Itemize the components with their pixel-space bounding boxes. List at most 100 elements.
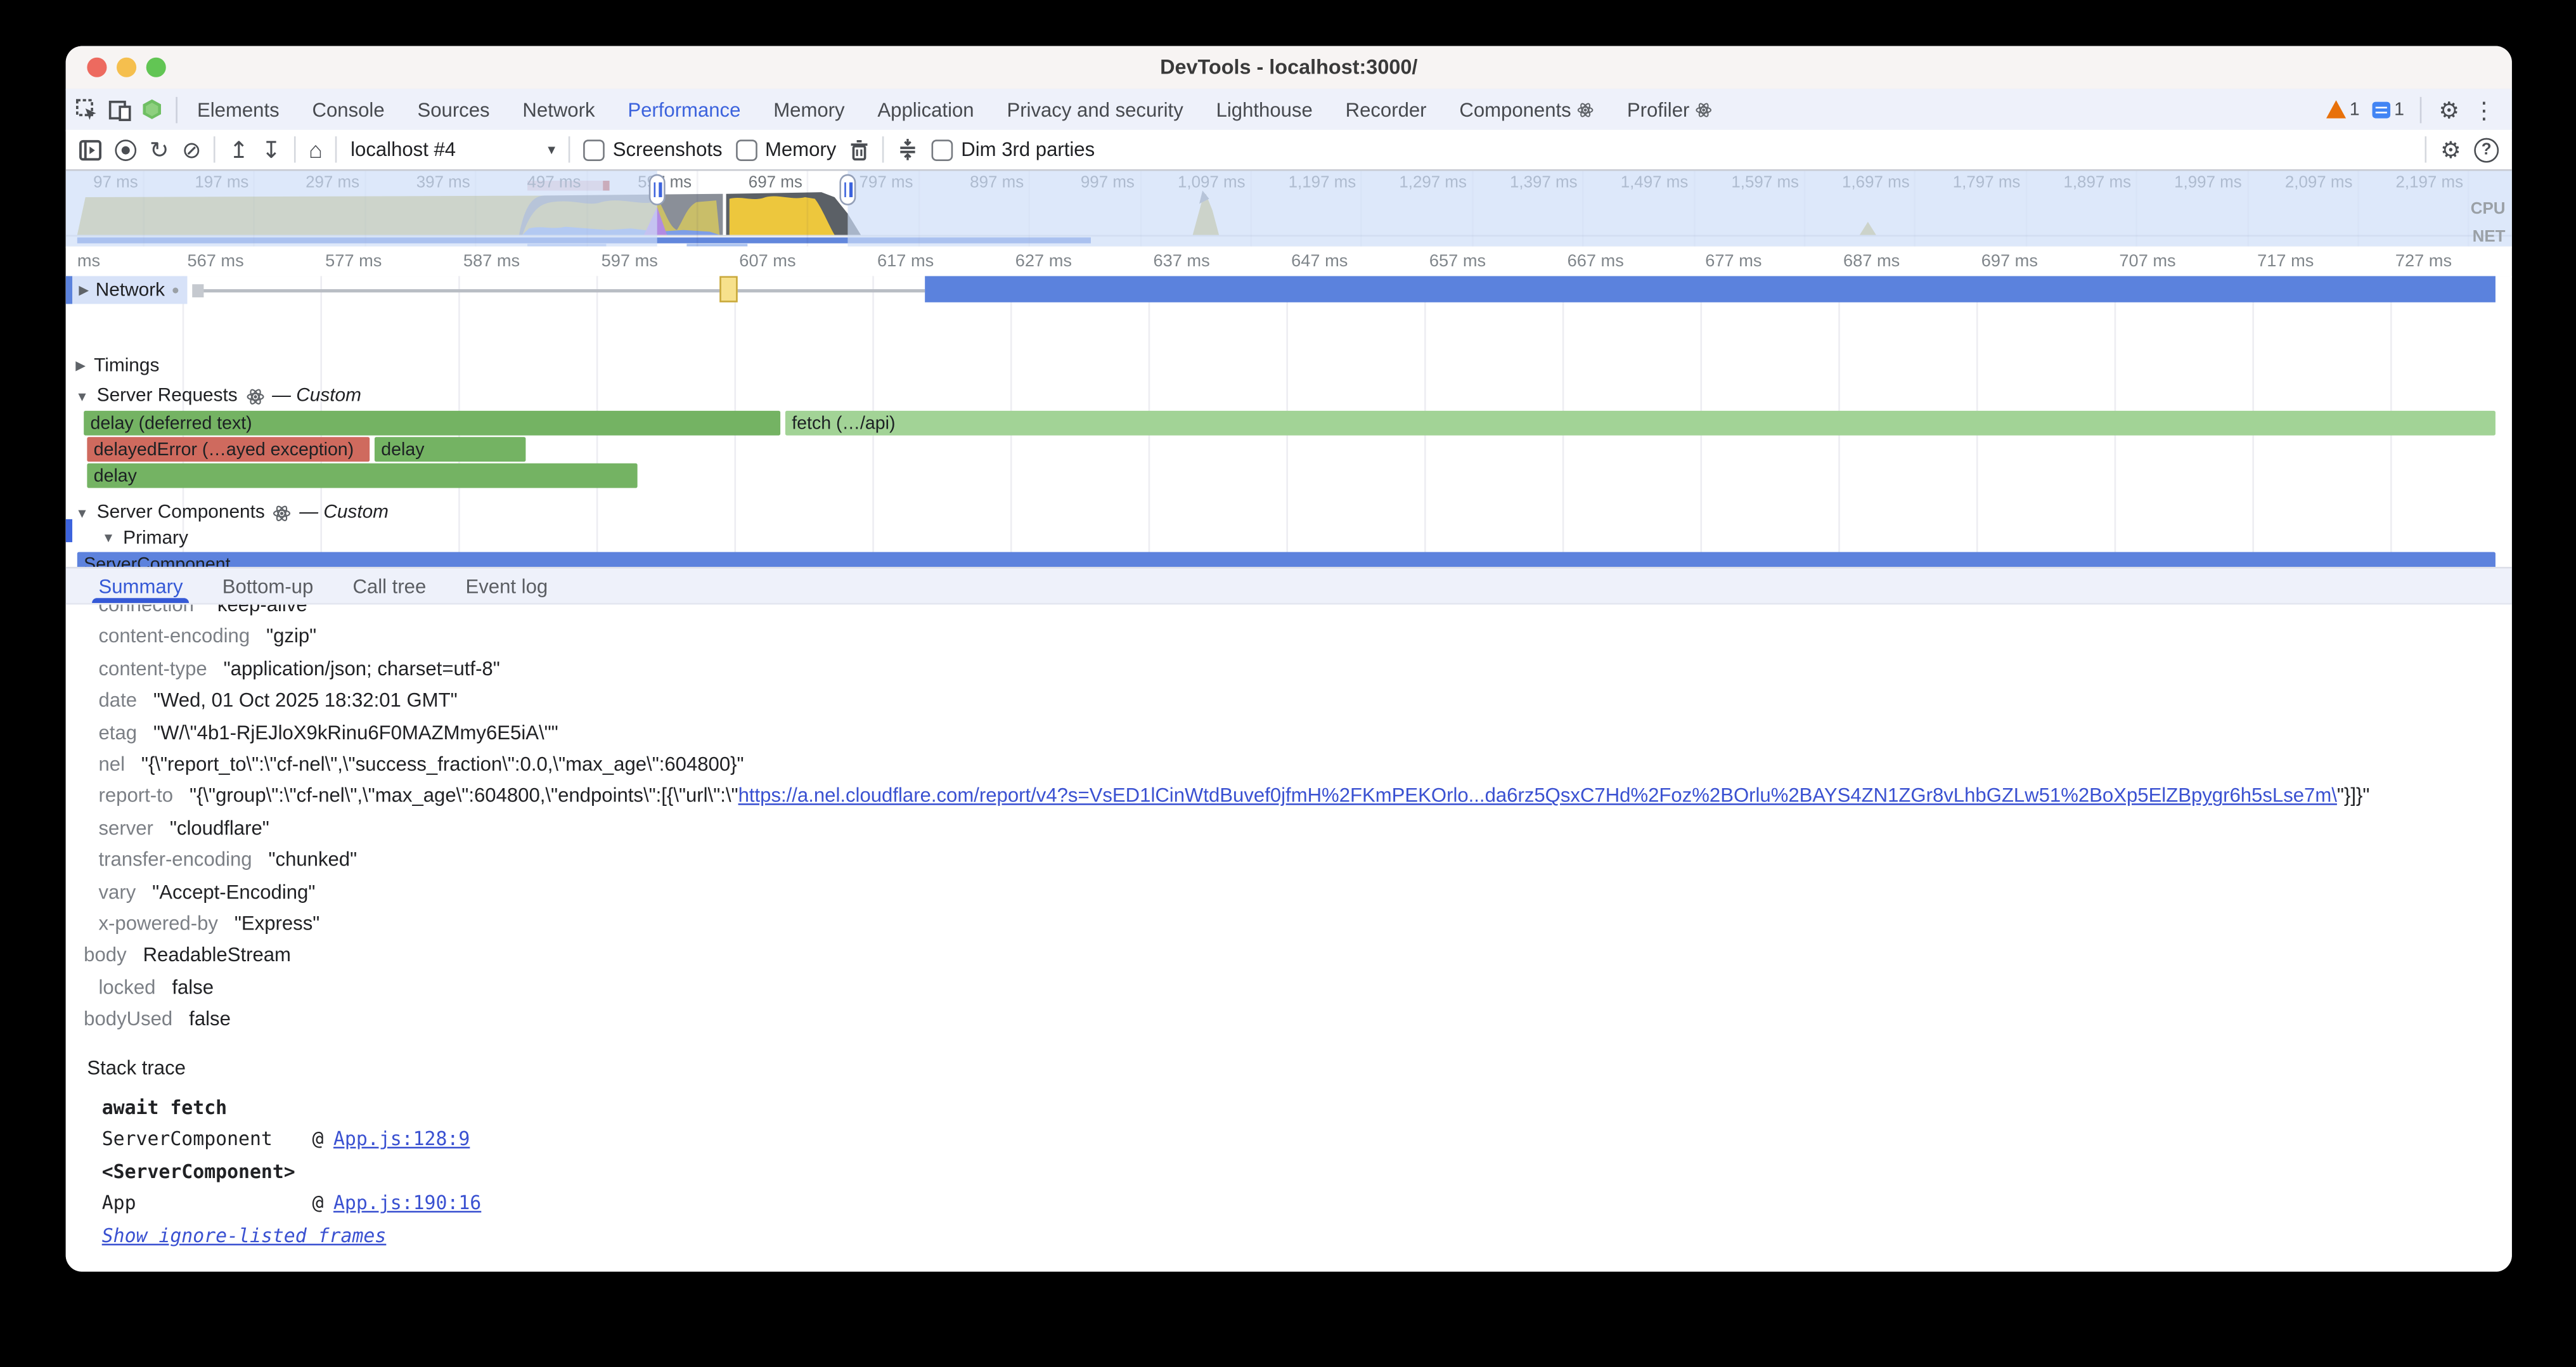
react-devtools-icon [141,98,163,120]
chevron-down-icon: ▾ [548,142,555,157]
source-location-link[interactable]: App.js:190:16 [333,1189,481,1221]
property-key: connection [99,605,194,622]
ruler-tick-label: 657 ms [1429,251,1486,271]
selection-handle-right[interactable] [839,174,856,205]
home-live-metrics-button[interactable]: ⌂ [309,138,323,161]
checkbox-box [583,139,605,160]
help-icon[interactable]: ? [2474,137,2499,162]
checkbox-box [932,139,953,160]
settings-gear-icon[interactable]: ⚙ [2438,98,2459,120]
network-request-bar[interactable] [925,276,2496,302]
warning-icon [2326,100,2346,119]
property-row: date"Wed, 01 Oct 2025 18:32:01 GMT" [66,685,2512,717]
overview-tick-label: 697 ms [749,174,808,193]
inspect-element-icon[interactable] [75,98,98,120]
load-profile-button[interactable]: ↥ [229,138,248,161]
overview-dimmed-right [847,171,2511,246]
details-tab-bottom-up[interactable]: Bottom-up [203,569,333,603]
details-tab-event-log[interactable]: Event log [446,569,567,603]
memory-checkbox[interactable]: Memory [735,138,836,161]
network-request-marker[interactable] [719,276,738,302]
tab-console[interactable]: Console [296,89,401,130]
ruler-tick-label: 707 ms [2119,251,2175,271]
record-and-reload-button[interactable]: ↻ [150,138,169,161]
primary-group-header[interactable]: ▼ Primary [66,526,2512,550]
ruler-tick-label: 617 ms [877,251,934,271]
window-title: DevTools - localhost:3000/ [1160,56,1417,79]
tab-memory[interactable]: Memory [757,89,861,130]
flame-bar[interactable]: delayedError (…ayed exception) [87,437,370,462]
property-row: bodyReadableStream [66,940,2512,972]
zoom-window-button[interactable] [146,58,166,77]
divider [214,136,216,162]
flame-bar[interactable]: ServerComponent [77,552,2496,567]
server-components-track-header[interactable]: ▼ Server Components — Custom [66,500,2512,526]
property-value: "{\"group\":\"cf-nel\",\"max_age\":60480… [190,781,2369,813]
issues-badge[interactable]: 1 [2373,100,2404,119]
panel-tab-strip: ElementsConsoleSourcesNetworkPerformance… [181,89,2310,130]
property-row: server"cloudflare" [66,813,2512,845]
tab-network[interactable]: Network [506,89,612,130]
server-requests-track-header[interactable]: ▼ Server Requests — Custom [66,383,2512,409]
property-row: content-type"application/json; charset=u… [66,654,2512,685]
tab-application[interactable]: Application [861,89,991,130]
ruler-tick-label: 667 ms [1568,251,1624,271]
flame-bar-label: delay [375,439,425,459]
collect-garbage-icon[interactable] [849,139,869,160]
flame-bar[interactable]: delay [87,463,637,488]
overview-tick-line [697,171,699,246]
property-value: "W/\"4b1-RjEJloX9kRinu6F0MAZMmy6E5iA\"" [153,717,558,749]
device-toolbar-icon[interactable] [108,98,131,120]
capture-settings-gear-icon[interactable]: ⚙ [2440,138,2461,161]
screenshots-checkbox[interactable]: Screenshots [583,138,723,161]
network-request-waiting [197,289,925,292]
divider [882,136,884,162]
tab-sources[interactable]: Sources [401,89,506,130]
dim-3rd-parties-checkbox[interactable]: Dim 3rd parties [932,138,1095,161]
property-key: etag [99,717,138,749]
property-value: "keep-alive" [210,605,314,622]
ruler-tick-label: 627 ms [1015,251,1072,271]
flame-bar[interactable]: fetch (…/api) [785,411,2496,436]
stack-frame-function: App [102,1189,312,1221]
tab-performance[interactable]: Performance [611,89,757,130]
summary-pane[interactable]: connection"keep-alive"content-encoding"g… [66,605,2512,1272]
details-tab-call-tree[interactable]: Call tree [333,569,446,603]
details-tab-summary[interactable]: Summary [79,569,202,603]
source-location-link[interactable]: App.js:128:9 [333,1124,470,1156]
record-button[interactable] [115,139,136,160]
timeline-overview[interactable]: 97 ms197 ms297 ms397 ms497 ms597 ms697 m… [66,171,2512,248]
flame-bar[interactable]: delay [375,437,525,462]
ruler-tick-label: 567 ms [187,251,243,271]
collapse-rows-icon[interactable] [897,138,918,161]
show-ignore-listed-frames-link[interactable]: Show ignore-listed frames [102,1221,2512,1253]
profile-history-select[interactable]: localhost #4 ▾ [351,138,555,161]
flame-bar-label: delay (deferred text) [84,413,252,433]
ruler-tick-label: 687 ms [1843,251,1900,271]
property-value: "Accept-Encoding" [152,877,315,909]
warnings-badge[interactable]: 1 [2326,100,2359,119]
network-track-header[interactable]: ▶ Network ● [66,276,188,304]
tab-privacy-and-security[interactable]: Privacy and security [991,89,1200,130]
property-value: "application/json; charset=utf-8" [224,654,500,685]
clear-recordings-button[interactable]: ⊘ [182,138,201,161]
kebab-menu-icon[interactable]: ⋮ [2473,98,2496,120]
tab-components[interactable]: Components [1443,89,1610,130]
ruler-tick-label: 717 ms [2257,251,2314,271]
save-profile-button[interactable]: ↧ [262,138,281,161]
tab-profiler[interactable]: Profiler [1611,89,1729,130]
selection-handle-left[interactable] [649,174,666,205]
collapse-triangle-icon: ▼ [75,505,89,520]
profile-select-value: localhost #4 [351,138,456,161]
tab-recorder[interactable]: Recorder [1329,89,1443,130]
close-window-button[interactable] [87,58,106,77]
flame-chart-tracks[interactable]: ▶ Network ● ▶ Timings ▼ Server Requests … [66,276,2512,567]
minimize-window-button[interactable] [117,58,136,77]
property-key: report-to [99,781,174,813]
timings-track-header[interactable]: ▶ Timings [66,352,2512,380]
sidebar-toggle-icon[interactable] [79,139,101,160]
tab-lighthouse[interactable]: Lighthouse [1200,89,1329,130]
tab-elements[interactable]: Elements [181,89,296,130]
report-endpoint-link[interactable]: https://a.nel.cloudflare.com/report/v4?s… [738,784,2337,807]
flame-bar[interactable]: delay (deferred text) [84,411,780,436]
